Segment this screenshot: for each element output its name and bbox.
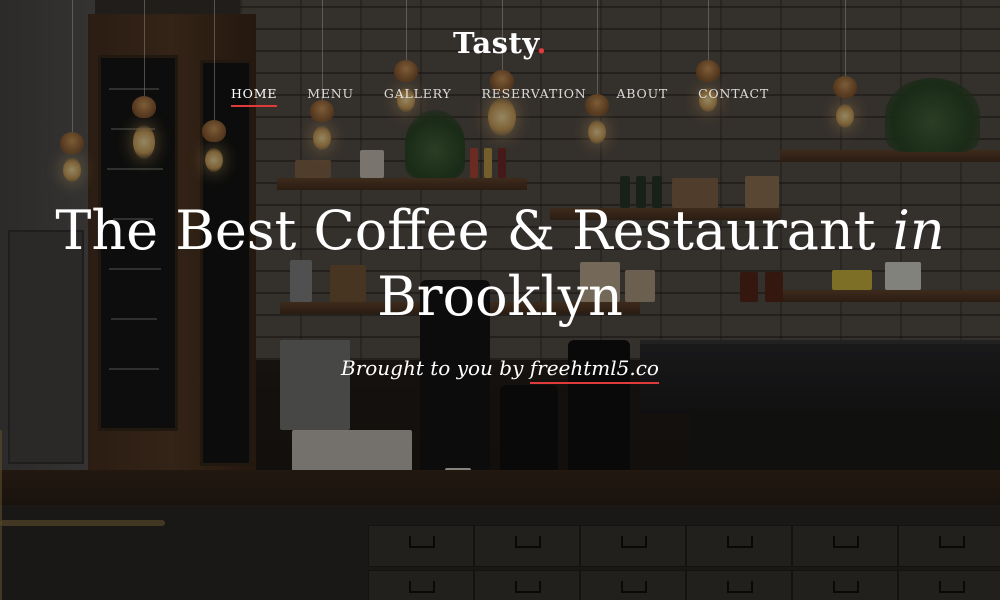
headline-main: The Best Coffee & Restaurant: [55, 199, 876, 262]
headline-location: Brooklyn: [377, 265, 623, 328]
headline-italic: in: [892, 199, 945, 262]
nav-item-reservation[interactable]: RESERVATION: [482, 86, 587, 107]
nav-item-menu[interactable]: MENU: [307, 86, 354, 107]
nav-item-gallery[interactable]: GALLERY: [384, 86, 452, 107]
brand-name[interactable]: Tasty: [453, 26, 536, 60]
hero-section: Tasty. HOME MENU GALLERY RESERVATION ABO…: [0, 0, 1000, 600]
nav-item-home[interactable]: HOME: [230, 86, 278, 107]
hero-byline: Brought to you by freehtml5.co: [0, 356, 1000, 384]
brand-dot: .: [536, 26, 547, 60]
brand-logo[interactable]: Tasty.: [0, 26, 1000, 60]
main-nav: HOME MENU GALLERY RESERVATION ABOUT CONT…: [0, 86, 1000, 107]
byline-prefix: Brought to you by: [341, 356, 524, 380]
nav-item-about[interactable]: ABOUT: [616, 86, 668, 107]
nav-item-contact[interactable]: CONTACT: [698, 86, 769, 107]
byline-credit-link[interactable]: freehtml5.co: [529, 356, 659, 384]
hero-headline: The Best Coffee & Restaurant in Brooklyn: [0, 198, 1000, 330]
